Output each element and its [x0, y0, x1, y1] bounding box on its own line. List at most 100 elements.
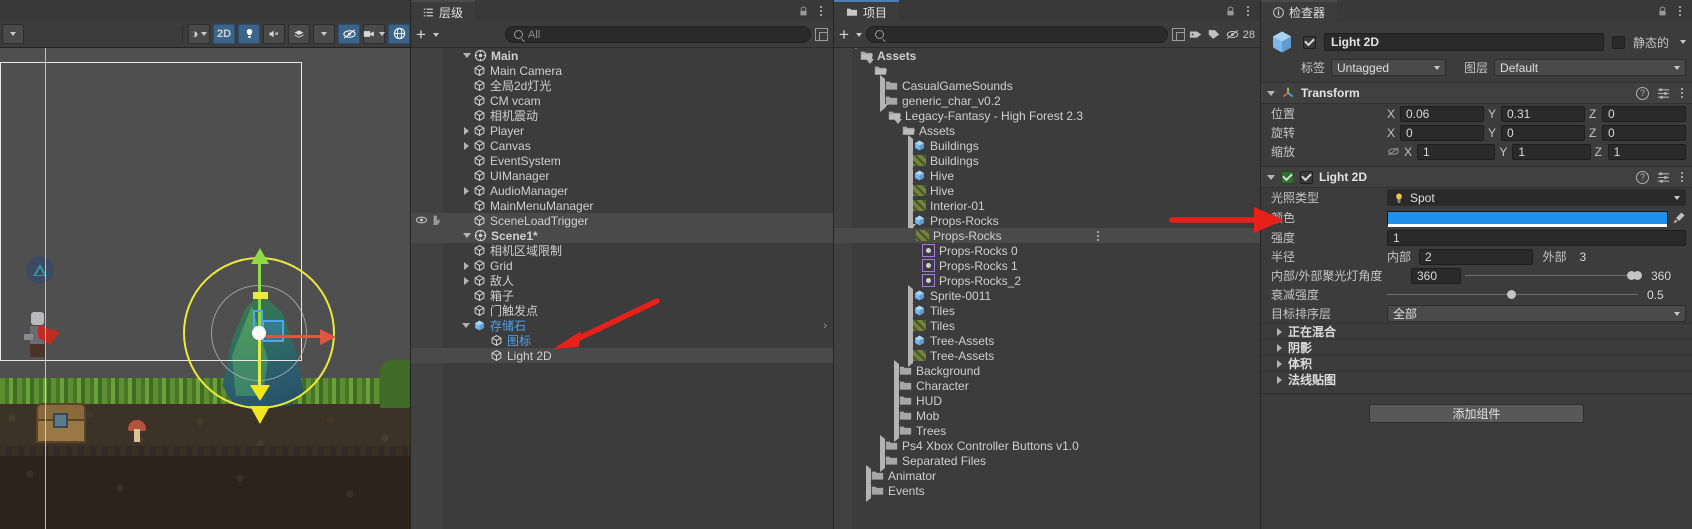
tree-twisty[interactable] — [852, 48, 860, 63]
hierarchy-item-canvas[interactable]: Canvas — [411, 138, 833, 153]
hierarchy-item-row[interactable]: 敌人 — [411, 273, 833, 288]
project-item-buildings[interactable]: Buildings — [834, 149, 1260, 172]
tree-twisty[interactable] — [460, 125, 472, 137]
hierarchy-item-light-2d[interactable]: Light 2D — [411, 348, 833, 363]
hierarchy-item-audiomanager[interactable]: AudioManager — [411, 183, 833, 198]
hierarchy-item-mainmenumanager[interactable]: MainMenuManager — [411, 198, 833, 213]
project-add-button[interactable]: + — [839, 26, 849, 43]
project-item-tree-assets[interactable]: Tree-Assets — [834, 329, 1260, 352]
tree-twisty[interactable] — [894, 118, 902, 138]
falloff-value-field[interactable]: 0.5 — [1642, 287, 1686, 303]
light2d-foldout-icon[interactable] — [1267, 174, 1275, 180]
eye-icon[interactable] — [415, 215, 428, 225]
light-intensity-field[interactable]: 1 — [1387, 229, 1686, 246]
hierarchy-item-scene1[interactable]: Scene1* — [411, 228, 833, 243]
tab-project[interactable]: 项目 — [834, 0, 900, 22]
light-type-dropdown[interactable]: Spot — [1387, 189, 1686, 206]
project-item-props-rocks-2[interactable]: Props-Rocks_2 — [834, 273, 1260, 288]
tree-twisty[interactable] — [880, 103, 888, 123]
outer-radius-field[interactable]: 3 — [1575, 249, 1687, 265]
hierarchy-item-sceneloadtrigger[interactable]: SceneLoadTrigger — [411, 213, 833, 228]
tab-inspector[interactable]: 检查器 — [1261, 0, 1338, 22]
hidden-objects-button[interactable] — [338, 23, 360, 44]
project-item-props-rocks[interactable]: Props-Rocks — [834, 223, 1260, 243]
scene-camera-button[interactable] — [363, 23, 385, 44]
project-item-ps4-xbox-controller-buttons-v1-0[interactable]: Ps4 Xbox Controller Buttons v1.0 — [834, 434, 1260, 457]
object-name-field[interactable]: Light 2D — [1324, 33, 1604, 51]
hierarchy-item-player[interactable]: Player — [411, 123, 833, 138]
hierarchy-tree[interactable]: Main Main Camera 全局2d灯光 CM vcam 相机震动 Player Ca… — [411, 48, 833, 529]
project-item-props-rocks-1[interactable]: Props-Rocks 1 — [834, 258, 1260, 273]
light2d-kebab-menu[interactable] — [1678, 172, 1686, 182]
spot-angle-slider[interactable] — [1465, 269, 1642, 283]
gizmo-down-arrow[interactable] — [250, 406, 270, 424]
hierarchy-item-row[interactable]: 门触发点 — [411, 303, 833, 318]
hierarchy-item-row[interactable]: 图标 — [411, 333, 833, 348]
project-item-casualgamesounds[interactable]: CasualGameSounds — [834, 74, 1260, 97]
gizmo-y-axis-lower[interactable] — [258, 333, 261, 388]
hierarchy-item-cm-vcam[interactable]: CM vcam — [411, 93, 833, 108]
gizmo-y-handle[interactable] — [253, 292, 268, 299]
lock-icon[interactable] — [798, 6, 809, 17]
position-x-field[interactable]: 0.06 — [1400, 105, 1484, 122]
asset-label-icon[interactable] — [1189, 28, 1203, 41]
help-icon[interactable]: ? — [1636, 170, 1649, 184]
project-item-tiles[interactable]: Tiles — [834, 314, 1260, 337]
light2d-section-体积[interactable]: 体积 — [1261, 355, 1692, 371]
hierarchy-item-grid[interactable]: Grid — [411, 258, 833, 273]
position-y-field[interactable]: 0.31 — [1501, 105, 1585, 122]
light2d-component-header[interactable]: Light 2D ? — [1261, 166, 1692, 188]
light2d-section-法线贴图[interactable]: 法线贴图 — [1261, 371, 1692, 387]
tree-twisty[interactable] — [461, 230, 473, 242]
layer-dropdown[interactable]: Default — [1494, 59, 1686, 76]
project-item-separated-files[interactable]: Separated Files — [834, 449, 1260, 472]
project-item-events[interactable]: Events — [834, 479, 1260, 502]
hierarchy-kebab-menu[interactable] — [817, 6, 825, 16]
light2d-section-阴影[interactable]: 阴影 — [1261, 339, 1692, 355]
tree-twisty[interactable] — [460, 275, 472, 287]
scale-x-field[interactable]: 1 — [1417, 143, 1496, 160]
hidden-assets-badge[interactable]: 28 — [1225, 29, 1255, 41]
hierarchy-item-2d[interactable]: 全局2d灯光 — [411, 78, 833, 93]
inner-radius-field[interactable]: 2 — [1419, 248, 1533, 265]
shading-mode-button[interactable]: ◑ — [188, 23, 210, 44]
scale-y-field[interactable]: 1 — [1512, 143, 1591, 160]
pickability-hand-icon[interactable] — [431, 214, 443, 225]
light2d-enabled-checkbox[interactable] — [1300, 170, 1313, 184]
preset-icon[interactable] — [1657, 171, 1670, 184]
rotation-z-field[interactable]: 0 — [1602, 124, 1686, 141]
position-z-field[interactable]: 0 — [1602, 105, 1686, 122]
lock-icon[interactable] — [1225, 6, 1236, 17]
section-twisty[interactable] — [1277, 327, 1282, 336]
hierarchy-item-uimanager[interactable]: UIManager — [411, 168, 833, 183]
tab-hierarchy[interactable]: 层级 — [411, 0, 476, 22]
sorting-layer-dropdown[interactable]: 全部 — [1387, 305, 1686, 322]
hierarchy-item-row[interactable]: 存储石 › — [411, 318, 833, 333]
rotation-x-field[interactable]: 0 — [1400, 124, 1484, 141]
add-component-button[interactable]: 添加组件 — [1369, 404, 1584, 423]
project-search-input[interactable] — [865, 26, 1168, 43]
rotation-y-field[interactable]: 0 — [1501, 124, 1585, 141]
hierarchy-item-row[interactable]: 相机震动 — [411, 108, 833, 123]
project-item-animator[interactable]: Animator — [834, 464, 1260, 487]
tree-twisty[interactable] — [460, 140, 472, 152]
gizmos-toggle-button[interactable] — [388, 23, 410, 44]
hierarchy-search-input[interactable]: All — [504, 26, 811, 43]
project-item-buildings[interactable]: Buildings — [834, 134, 1260, 157]
scene-viewport[interactable] — [0, 48, 410, 529]
gizmo-up-arrow[interactable] — [251, 248, 269, 264]
project-item-hive[interactable]: Hive — [834, 164, 1260, 187]
scene-fx-button[interactable] — [288, 23, 310, 44]
spot-angle-outer-field[interactable]: 360 — [1646, 268, 1686, 284]
scene-fx-dropdown[interactable] — [313, 23, 335, 44]
hierarchy-item-row[interactable]: 相机区域限制 — [411, 243, 833, 258]
toggle-lighting-button[interactable] — [238, 23, 260, 44]
toggle-2d-button[interactable]: 2D — [213, 23, 235, 44]
tree-twisty[interactable] — [461, 50, 473, 62]
project-popout-icon[interactable] — [1171, 28, 1185, 41]
scale-z-field[interactable]: 1 — [1607, 143, 1686, 160]
spot-angle-inner-field[interactable]: 360 — [1411, 267, 1461, 284]
static-checkbox[interactable] — [1611, 35, 1625, 49]
project-tree[interactable]: Assets CasualGameSounds generic_char_v0.2 L… — [834, 48, 1260, 529]
object-enabled-checkbox[interactable] — [1303, 35, 1316, 49]
